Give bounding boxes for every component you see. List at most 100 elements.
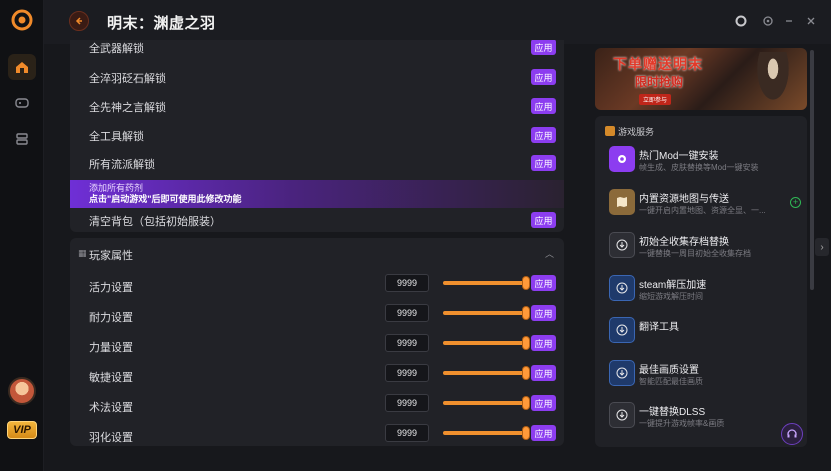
apply-button[interactable]: 应用 [531,335,556,351]
slider-handle[interactable] [523,397,529,409]
download-icon [609,360,635,386]
attribute-label: 耐力设置 [89,312,133,324]
unlock-row-label: 清空背包（包括初始服装） [89,216,221,228]
attribute-slider[interactable] [443,337,529,349]
section-header[interactable]: ▦ 玩家属性 ︿ [70,238,564,268]
banner-cta[interactable]: 立即参与 [639,94,672,105]
attribute-value-input[interactable]: 9999 [385,364,429,382]
map-icon [609,189,635,215]
service-name: 初始全收集存档替换 [639,237,729,248]
apply-button[interactable]: 应用 [531,155,556,171]
refresh-icon [763,16,773,26]
sidebar-item-storage[interactable] [8,126,36,152]
player-attributes-panel: ▦ 玩家属性 ︿ 活力设置 9999 应用 耐力设置 9999 应用 力量设置 … [70,238,564,446]
apply-button[interactable]: 应用 [531,275,556,291]
unlock-row-label: 全淬羽砭石解锁 [89,73,166,85]
download-icon [609,232,635,258]
slider-handle[interactable] [523,337,529,349]
attribute-label: 术法设置 [89,402,133,414]
section-title: 玩家属性 [89,250,133,262]
attribute-slider[interactable] [443,307,529,319]
attribute-value-input[interactable]: 9999 [385,274,429,292]
game-services-panel: 游戏服务 热门Mod一键安装 帧生成、皮肤替换等Mod一键安装 内置资源地图与传… [595,116,807,447]
apply-button[interactable]: 应用 [531,98,556,114]
service-item[interactable]: 热门Mod一键安装 帧生成、皮肤替换等Mod一键安装 [605,142,801,182]
attribute-value-input[interactable]: 9999 [385,304,429,322]
minimize-icon [786,20,792,22]
sidebar-item-home[interactable] [8,54,36,80]
service-item[interactable]: 最佳画质设置 智能匹配最佳画质 [605,356,801,396]
attribute-label: 敏捷设置 [89,372,133,384]
download-icon [609,317,635,343]
unlock-row: 全工具解锁 应用 [70,120,564,148]
chevron-up-icon[interactable]: ︿ [545,247,554,260]
apply-button[interactable]: 应用 [531,40,556,55]
attribute-slider[interactable] [443,367,529,379]
refresh-button[interactable] [761,14,775,28]
support-button[interactable] [781,423,803,445]
service-item[interactable]: 初始全收集存档替换 一键替换一周目初始全收集存档 [605,228,801,268]
settings-button[interactable] [734,14,748,28]
service-name: 最佳画质设置 [639,365,699,376]
service-desc: 一键替换一周目初始全收集存档 [639,249,751,258]
gear-icon [735,15,747,27]
apply-button[interactable]: 应用 [531,395,556,411]
attribute-slider[interactable] [443,277,529,289]
attribute-slider[interactable] [443,427,529,439]
right-column: 下单赠送明末 限时抢购 立即参与 游戏服务 热门Mod一键安装 帧生成、皮肤替换… [595,48,807,447]
slider-handle[interactable] [523,277,529,289]
unlock-row-label: 全武器解锁 [89,43,144,55]
apply-button[interactable]: 应用 [531,305,556,321]
back-button[interactable] [69,11,89,31]
minimize-button[interactable] [782,14,796,28]
apply-button[interactable]: 应用 [531,425,556,441]
slider-handle[interactable] [523,307,529,319]
service-name: 一键替换DLSS [639,407,706,418]
service-desc: 智能匹配最佳画质 [639,377,703,386]
service-item[interactable]: 翻译工具 [605,313,801,353]
service-name: 热门Mod一键安装 [639,151,719,162]
service-item[interactable]: 一键替换DLSS 一键提升游戏帧率&画质 [605,398,801,438]
add-icon[interactable]: + [790,197,801,208]
home-icon [16,62,28,73]
vip-badge[interactable]: VIP [7,421,37,439]
storage-icon [16,133,28,145]
attribute-row: 敏捷设置 9999 应用 [70,360,564,390]
tooltip-line-1: 添加所有药剂 [89,183,144,193]
attribute-row: 耐力设置 9999 应用 [70,300,564,330]
apply-button[interactable]: 应用 [531,365,556,381]
unlock-row: 清空背包（包括初始服装） 应用 [70,205,564,232]
attribute-value-input[interactable]: 9999 [385,424,429,442]
attribute-value-input[interactable]: 9999 [385,334,429,352]
slider-handle[interactable] [523,427,529,439]
scrollbar[interactable] [810,50,814,290]
banner-headline: 下单赠送明末 [613,56,703,72]
apply-button[interactable]: 应用 [531,69,556,85]
apply-button[interactable]: 应用 [531,127,556,143]
services-header: 游戏服务 [605,125,654,138]
service-name: steam解压加速 [639,280,707,291]
unlock-row-label: 全工具解锁 [89,131,144,143]
user-avatar[interactable] [8,377,36,405]
slider-handle[interactable] [523,367,529,379]
attribute-row: 术法设置 9999 应用 [70,390,564,420]
service-item[interactable]: steam解压加速 缩短游戏解压时间 [605,271,801,311]
chevron-right-icon[interactable]: › [815,238,829,256]
banner-subheadline: 限时抢购 [635,75,684,89]
tooltip-line-2: 点击"启动游戏"后即可使用此修改功能 [89,194,242,204]
apply-button[interactable]: 应用 [531,212,556,228]
headset-icon [787,429,797,438]
attribute-label: 羽化设置 [89,432,133,444]
mod-icon [609,146,635,172]
promo-banner[interactable]: 下单赠送明末 限时抢购 立即参与 [595,48,807,110]
attribute-slider[interactable] [443,397,529,409]
service-item[interactable]: 内置资源地图与传送 一键开启内置地图、资源全显、一... + [605,185,801,225]
service-name: 内置资源地图与传送 [639,194,729,205]
service-desc: 帧生成、皮肤替换等Mod一键安装 [639,163,759,172]
left-sidebar: VIP [0,0,44,471]
sidebar-item-games[interactable] [8,90,36,116]
attribute-value-input[interactable]: 9999 [385,394,429,412]
unlock-panel: 全武器解锁 应用 全淬羽砭石解锁 应用 全先神之言解锁 应用 全工具解锁 应用 … [70,40,564,232]
close-button[interactable] [804,14,818,28]
close-icon [807,17,815,25]
